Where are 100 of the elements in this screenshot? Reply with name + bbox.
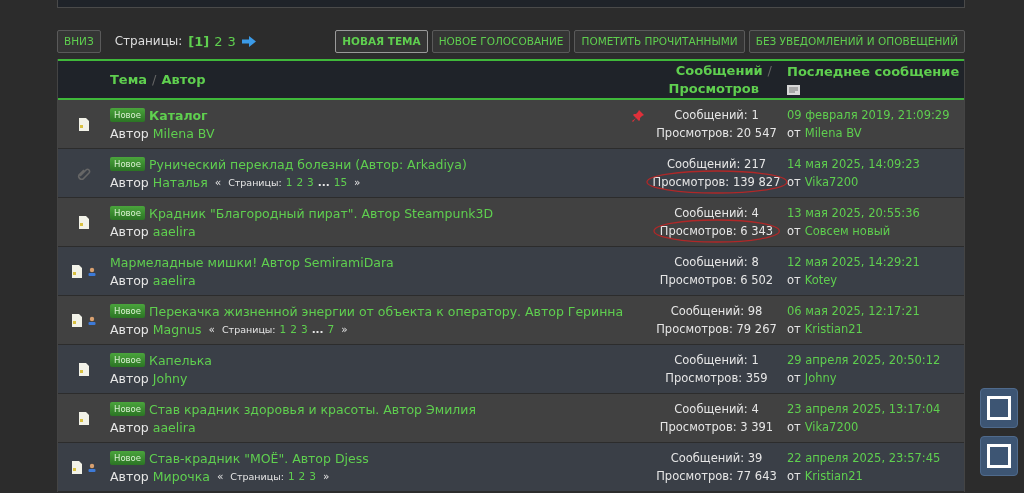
page-text: ... (311, 323, 324, 335)
author-link[interactable]: Johny (152, 370, 188, 386)
arrow-right-icon[interactable] (241, 35, 256, 47)
file-icon (79, 411, 89, 425)
topic-title[interactable]: Став-крадник "МОЁ". Автор Djess (149, 450, 369, 466)
replies-count: Сообщений: 98 (670, 304, 763, 318)
new-badge: Новое (110, 353, 146, 367)
last-post-date[interactable]: 14 мая 2025, 14:09:23 (787, 157, 964, 171)
page-link[interactable]: 2 (296, 176, 304, 188)
paperclip-icon (77, 166, 91, 180)
page-text: Страницы: (230, 470, 284, 482)
topic-title[interactable]: Крадник "Благородный пират". Автор Steampunk3D (149, 205, 494, 221)
page-link[interactable]: [1] (188, 33, 210, 49)
from-label: от (787, 126, 801, 140)
person-icon (88, 266, 96, 276)
toolbar-button[interactable]: БЕЗ УВЕДОМЛЕНИЙ И ОПОВЕЩЕНИЙ (748, 29, 965, 53)
page-link[interactable]: 2 (290, 323, 297, 335)
square-button[interactable] (980, 436, 1018, 476)
file-icon (72, 313, 82, 327)
last-post-date[interactable]: 23 апреля 2025, 13:17:04 (787, 402, 964, 416)
square-icon (987, 396, 1011, 420)
author-link[interactable]: Vika7200 (804, 420, 859, 434)
author-label: Автор (110, 321, 149, 337)
new-badge: Новое (110, 402, 146, 416)
author-link[interactable]: Мирочка (152, 468, 210, 484)
last-post-date[interactable]: 09 февраля 2019, 21:09:29 (787, 108, 964, 122)
page-text: « (214, 176, 222, 188)
views-count: Просмотров: 20 547 (656, 126, 777, 140)
column-heading[interactable]: Сообщений (675, 63, 763, 78)
toolbar-button[interactable]: ПОМЕТИТЬ ПРОЧИТАННЫМИ (574, 29, 745, 53)
down-button[interactable]: ВНИЗ (57, 29, 101, 53)
author-link[interactable]: Milena BV (804, 126, 862, 140)
author-label: Автор (110, 223, 149, 239)
author-link[interactable]: Vika7200 (804, 175, 859, 189)
new-badge: Новое (110, 304, 146, 318)
from-label: от (787, 420, 801, 434)
separator: / (152, 72, 157, 87)
column-heading[interactable]: Просмотров (668, 80, 759, 98)
topic-title[interactable]: Став крадник здоровья и красоты. Автор Эмилия (149, 401, 476, 417)
file-icon (79, 362, 89, 376)
views-count: Просмотров: 6 502 (659, 273, 774, 287)
page-text: » (341, 323, 348, 335)
page-text: Страницы: (222, 323, 276, 335)
author-link[interactable]: Kristian21 (804, 322, 863, 336)
topic-title[interactable]: Перекачка жизненной энергии от объекта к оператору. Автор Геринна (149, 303, 624, 319)
author-link[interactable]: Kristian21 (804, 469, 863, 483)
page-link[interactable]: 15 (333, 176, 348, 188)
from-label: от (787, 175, 801, 189)
page-link[interactable]: 1 (287, 470, 295, 482)
last-post-date[interactable]: 29 апреля 2025, 20:50:12 (787, 353, 964, 367)
column-heading[interactable]: Автор (161, 72, 206, 87)
document-icon (787, 84, 800, 96)
last-post-date[interactable]: 06 мая 2025, 12:17:21 (787, 304, 964, 318)
views-count: Просмотров: 79 267 (656, 322, 777, 336)
file-icon (72, 460, 82, 474)
page-link[interactable]: 2 (214, 33, 223, 49)
author-link[interactable]: Johny (804, 371, 837, 385)
replies-count: Сообщений: 4 (674, 402, 759, 416)
author-label: Автор (110, 468, 149, 484)
topic-title[interactable]: Рунический переклад болезни (Автор: Arkadiya) (149, 156, 467, 172)
page-text: » (354, 176, 361, 188)
toolbar-button[interactable]: НОВАЯ ТЕМА (335, 29, 428, 53)
replies-count: Сообщений: 1 (674, 353, 759, 367)
author-link[interactable]: Совсем новый (804, 224, 891, 238)
page-text: ... (317, 176, 330, 188)
new-badge: Новое (110, 108, 146, 122)
last-post-date[interactable]: 12 мая 2025, 14:29:21 (787, 255, 964, 269)
page-link[interactable]: 3 (309, 470, 316, 482)
author-link[interactable]: Kotey (804, 273, 838, 287)
author-link[interactable]: Наталья (152, 174, 208, 190)
author-label: Автор (110, 370, 149, 386)
views-count: Просмотров: 359 (665, 371, 768, 385)
author-link[interactable]: aaelira (152, 419, 196, 435)
last-post-date[interactable]: 22 апреля 2025, 23:57:45 (787, 451, 964, 465)
topic-title[interactable]: Каталог (149, 107, 208, 123)
topic-title[interactable]: Капелька (149, 352, 212, 368)
page-link[interactable]: 3 (300, 323, 308, 335)
from-label: от (787, 469, 801, 483)
page-link[interactable]: 3 (307, 176, 314, 188)
page-link[interactable]: 7 (327, 323, 335, 335)
separator: / (767, 63, 772, 78)
page-link[interactable]: 2 (298, 470, 306, 482)
pages-label: Страницы: (114, 34, 183, 48)
square-button[interactable] (980, 388, 1018, 428)
column-heading[interactable]: Тема (110, 72, 148, 87)
last-post-date[interactable]: 13 мая 2025, 20:55:36 (787, 206, 964, 220)
page-link[interactable]: 3 (227, 33, 236, 49)
author-link[interactable]: aaelira (152, 223, 196, 239)
column-heading[interactable]: Последнее сообщение (787, 63, 964, 81)
author-link[interactable]: Magnus (152, 321, 202, 337)
author-label: Автор (110, 174, 149, 190)
author-link[interactable]: aaelira (152, 272, 196, 288)
author-link[interactable]: Milena BV (152, 125, 215, 141)
replies-count: Сообщений: 39 (670, 451, 763, 465)
page-link[interactable]: 1 (279, 323, 287, 335)
page-text: « (216, 470, 224, 482)
page-link[interactable]: 1 (285, 176, 293, 188)
topic-title[interactable]: Мармеладные мишки! Автор SemiramiDara (110, 254, 394, 270)
toolbar-button[interactable]: НОВОЕ ГОЛОСОВАНИЕ (431, 29, 571, 53)
page-text: Страницы: (228, 176, 282, 188)
